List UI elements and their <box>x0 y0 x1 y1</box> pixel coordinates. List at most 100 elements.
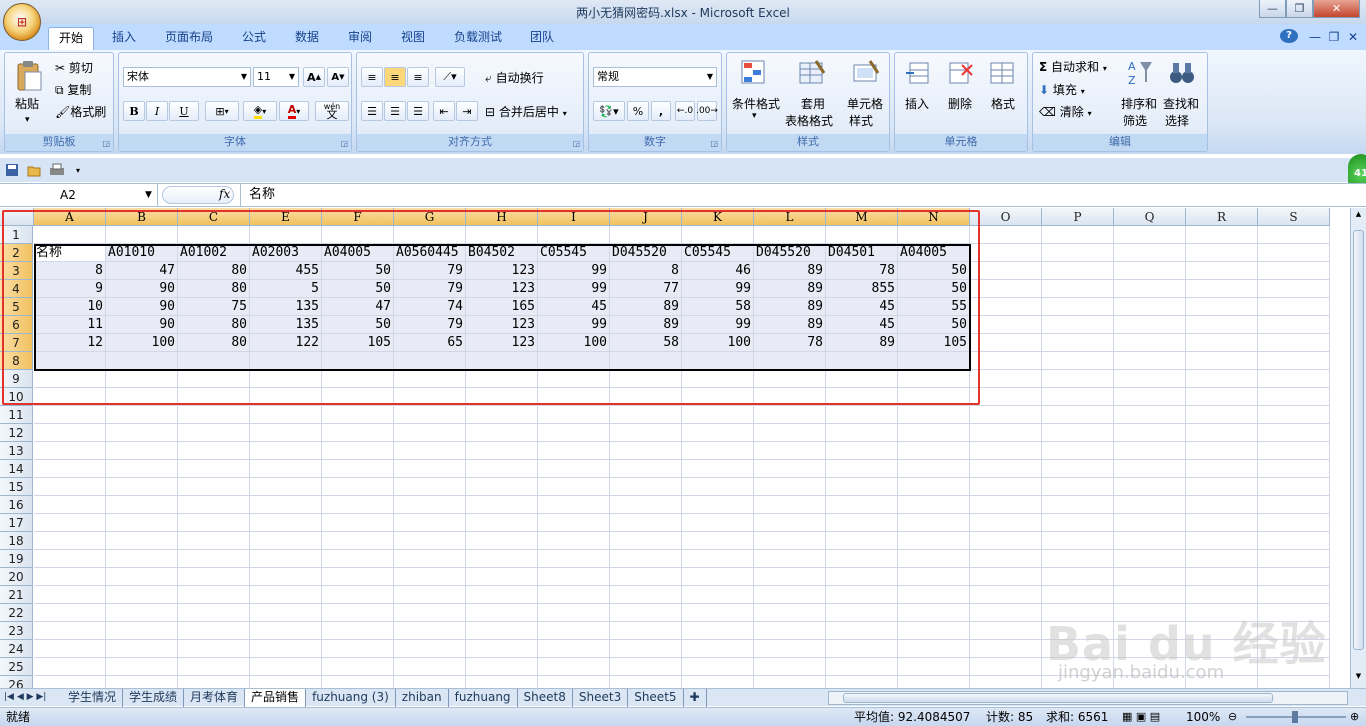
cell[interactable] <box>178 478 250 496</box>
cell[interactable] <box>1042 550 1114 568</box>
cell[interactable] <box>898 604 970 622</box>
scroll-up-icon[interactable]: ▲ <box>1353 210 1364 222</box>
cell[interactable] <box>106 226 178 244</box>
cell[interactable] <box>1186 460 1258 478</box>
cell[interactable]: 100 <box>682 334 754 352</box>
phonetic-button[interactable]: wén 文 <box>315 101 349 121</box>
table-format-label-2[interactable]: 表格格式 <box>785 112 833 129</box>
cell[interactable] <box>1114 568 1186 586</box>
cell[interactable] <box>826 496 898 514</box>
column-header[interactable]: I <box>538 208 610 226</box>
cell[interactable] <box>178 370 250 388</box>
cell[interactable] <box>1114 406 1186 424</box>
cell[interactable]: 99 <box>538 280 610 298</box>
column-header[interactable]: G <box>394 208 466 226</box>
cell[interactable] <box>1258 406 1330 424</box>
cell[interactable] <box>538 604 610 622</box>
cell[interactable] <box>394 460 466 478</box>
cell[interactable] <box>826 568 898 586</box>
row-header[interactable]: 22 <box>0 604 33 622</box>
cell[interactable] <box>1258 550 1330 568</box>
cell[interactable] <box>1042 262 1114 280</box>
cell[interactable] <box>178 640 250 658</box>
cell[interactable] <box>826 550 898 568</box>
wrap-text-button[interactable]: ⤶ 自动换行 <box>485 69 544 86</box>
cell[interactable] <box>1258 226 1330 244</box>
cell[interactable] <box>970 298 1042 316</box>
cell[interactable] <box>34 352 106 370</box>
cell[interactable] <box>1114 244 1186 262</box>
cell[interactable] <box>34 532 106 550</box>
cell[interactable] <box>394 370 466 388</box>
row-header[interactable]: 1 <box>0 226 33 244</box>
row-header[interactable]: 25 <box>0 658 33 676</box>
cell[interactable] <box>1042 424 1114 442</box>
cell[interactable] <box>466 424 538 442</box>
cell[interactable]: 123 <box>466 280 538 298</box>
cell[interactable] <box>898 442 970 460</box>
cell[interactable]: A02003 <box>250 244 322 262</box>
cell[interactable] <box>970 460 1042 478</box>
cell[interactable] <box>394 406 466 424</box>
cell[interactable] <box>754 586 826 604</box>
cell[interactable] <box>1042 280 1114 298</box>
cell[interactable] <box>322 676 394 688</box>
underline-button[interactable]: U <box>169 101 199 121</box>
cell[interactable] <box>538 550 610 568</box>
cell[interactable] <box>466 568 538 586</box>
dialog-launcher-icon[interactable]: ◲ <box>340 139 348 148</box>
cell[interactable] <box>1186 352 1258 370</box>
cell[interactable] <box>394 388 466 406</box>
cell[interactable] <box>610 496 682 514</box>
cell-style-label-1[interactable]: 单元格 <box>847 95 883 112</box>
cell[interactable]: 5 <box>250 280 322 298</box>
scroll-thumb[interactable] <box>1353 230 1364 650</box>
cell[interactable] <box>538 352 610 370</box>
sheet-tab[interactable]: 学生情况 <box>62 689 124 707</box>
cell[interactable]: 58 <box>682 298 754 316</box>
font-color-button[interactable]: A ▾ <box>279 101 309 121</box>
cell[interactable] <box>106 442 178 460</box>
cell[interactable]: 50 <box>898 262 970 280</box>
cell[interactable]: A04005 <box>898 244 970 262</box>
cell[interactable] <box>1042 370 1114 388</box>
cell[interactable] <box>1186 550 1258 568</box>
cell[interactable] <box>1042 586 1114 604</box>
cell[interactable] <box>1114 262 1186 280</box>
cell[interactable] <box>1114 226 1186 244</box>
cell[interactable] <box>1042 406 1114 424</box>
cell[interactable]: 10 <box>34 298 106 316</box>
sheet-tab[interactable]: 产品销售 <box>245 689 307 707</box>
cell[interactable] <box>322 226 394 244</box>
dialog-launcher-icon[interactable]: ◲ <box>572 139 580 148</box>
row-header[interactable]: 24 <box>0 640 33 658</box>
cell[interactable] <box>1114 352 1186 370</box>
cell[interactable] <box>1114 424 1186 442</box>
cell[interactable]: D045520 <box>610 244 682 262</box>
scroll-down-icon[interactable]: ▼ <box>1353 672 1364 684</box>
vertical-scrollbar[interactable]: ▲ ▼ <box>1350 208 1366 688</box>
cell[interactable] <box>970 316 1042 334</box>
column-header[interactable]: E <box>250 208 322 226</box>
cell[interactable]: 79 <box>394 316 466 334</box>
cell[interactable]: C05545 <box>682 244 754 262</box>
row-header[interactable]: 2 <box>0 244 33 262</box>
cell[interactable] <box>1258 298 1330 316</box>
cell[interactable] <box>826 442 898 460</box>
cell[interactable] <box>322 532 394 550</box>
cell[interactable] <box>970 622 1042 640</box>
cell[interactable]: 74 <box>394 298 466 316</box>
cell[interactable] <box>466 406 538 424</box>
cell[interactable] <box>322 658 394 676</box>
cell[interactable] <box>250 622 322 640</box>
cell[interactable] <box>394 658 466 676</box>
cell[interactable] <box>1042 244 1114 262</box>
cell[interactable] <box>106 424 178 442</box>
cell[interactable] <box>34 388 106 406</box>
cell[interactable] <box>394 622 466 640</box>
tab-team[interactable]: 团队 <box>522 27 562 50</box>
increase-indent-icon[interactable]: ⇥ <box>456 101 478 121</box>
save-icon[interactable] <box>4 162 20 178</box>
cell[interactable]: A04005 <box>322 244 394 262</box>
cell[interactable] <box>682 568 754 586</box>
